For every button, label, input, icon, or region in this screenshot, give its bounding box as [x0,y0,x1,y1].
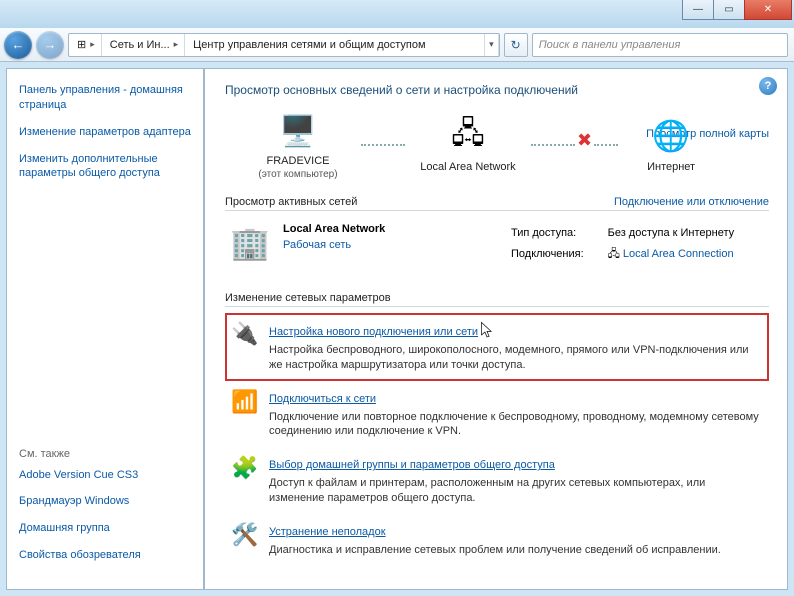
net-line [531,144,575,146]
sidebar-seealso-1[interactable]: Adobe Version Cue CS3 [19,468,191,483]
computer-icon: 🖥️ [277,111,319,151]
sidebar-seealso-2[interactable]: Брандмауэр Windows [19,494,191,509]
see-also-heading: См. также [19,448,191,460]
control-panel-icon: ⊞ [77,38,86,51]
net-node-lan[interactable]: 🖧 Local Area Network [413,117,523,175]
work-network-icon: 🏢 [229,223,271,263]
task-setup-connection[interactable]: 🔌 Настройка нового подключения или сети … [225,313,769,381]
network-name: Local Area Network [283,223,385,235]
page-title: Просмотр основных сведений о сети и наст… [225,83,769,97]
task-desc: Доступ к файлам и принтерам, расположенн… [269,476,763,506]
sidebar-link-sharing[interactable]: Изменить дополнительные параметры общего… [19,152,191,182]
chevron-down-icon: ▾ [489,39,494,50]
breadcrumb-dropdown[interactable]: ▾ [485,34,499,56]
network-type-link[interactable]: Рабочая сеть [283,239,351,251]
forward-button[interactable]: → [36,31,64,59]
chevron-right-icon: ▸ [174,39,179,50]
task-connect-network[interactable]: 📶 Подключиться к сети Подключение или по… [225,381,769,448]
navbar: ← → ⊞▸ Сеть и Ин...▸ Центр управления се… [0,28,794,62]
lan-mini-icon: 🖧 [608,248,620,260]
net-line [361,144,405,146]
sidebar-link-adapter[interactable]: Изменение параметров адаптера [19,125,191,140]
breadcrumb-seg-1[interactable]: Сеть и Ин...▸ [102,34,185,56]
connect-disconnect-link[interactable]: Подключение или отключение [614,196,769,208]
network-map: 🖥️ FRADEVICE (этот компьютер) 🖧 Local Ar… [243,111,769,180]
troubleshoot-icon: 🛠️ [231,522,259,548]
close-button[interactable]: ✕ [744,0,792,20]
connect-icon: 📶 [231,389,259,415]
task-desc: Настройка беспроводного, широкополосного… [269,343,763,373]
maximize-button[interactable]: ▭ [713,0,745,20]
task-troubleshoot[interactable]: 🛠️ Устранение неполадок Диагностика и ис… [225,514,769,566]
task-title[interactable]: Выбор домашней группы и параметров общег… [269,459,555,471]
sidebar-link-home[interactable]: Панель управления - домашняя страница [19,83,191,113]
globe-icon: 🌐 [650,117,692,157]
section-change-settings: Изменение сетевых параметров [225,292,769,307]
breadcrumb-seg-2[interactable]: Центр управления сетями и общим доступом [185,34,485,56]
sidebar: Панель управления - домашняя страница Из… [6,68,204,590]
cursor-icon [480,321,494,339]
breadcrumb-root[interactable]: ⊞▸ [69,34,102,56]
connection-link[interactable]: Local Area Connection [623,248,734,260]
net-node-internet[interactable]: 🌐 Интернет [626,117,716,175]
active-network: 🏢 Local Area Network Рабочая сеть Тип до… [225,217,769,276]
sidebar-seealso-4[interactable]: Свойства обозревателя [19,548,191,563]
network-icon: 🖧 [447,117,489,157]
refresh-button[interactable]: ↻ [504,33,528,57]
task-homegroup[interactable]: 🧩 Выбор домашней группы и параметров общ… [225,447,769,514]
sidebar-seealso-3[interactable]: Домашняя группа [19,521,191,536]
back-button[interactable]: ← [4,31,32,59]
content: Панель управления - домашняя страница Из… [0,62,794,596]
task-title[interactable]: Настройка нового подключения или сети [269,326,478,338]
task-title[interactable]: Устранение неполадок [269,526,386,538]
homegroup-icon: 🧩 [231,455,259,481]
minimize-button[interactable]: — [682,0,714,20]
search-input[interactable]: Поиск в панели управления [532,33,788,57]
chevron-right-icon: ▸ [90,39,95,50]
help-icon[interactable]: ? [759,77,777,95]
net-node-computer[interactable]: 🖥️ FRADEVICE (этот компьютер) [243,111,353,180]
titlebar: — ▭ ✕ [0,0,794,28]
task-desc: Диагностика и исправление сетевых пробле… [269,543,763,558]
add-connection-icon: 🔌 [231,321,259,347]
task-desc: Подключение или повторное подключение к … [269,410,763,440]
network-properties: Тип доступа:Без доступа к Интернету Подк… [509,223,769,268]
connection-error-icon: ✖ [577,130,592,151]
breadcrumb[interactable]: ⊞▸ Сеть и Ин...▸ Центр управления сетями… [68,33,500,57]
main-panel: ? Просмотр основных сведений о сети и на… [204,68,788,590]
section-active-networks: Просмотр активных сетей Подключение или … [225,196,769,211]
task-title[interactable]: Подключиться к сети [269,393,376,405]
net-line [594,144,618,146]
